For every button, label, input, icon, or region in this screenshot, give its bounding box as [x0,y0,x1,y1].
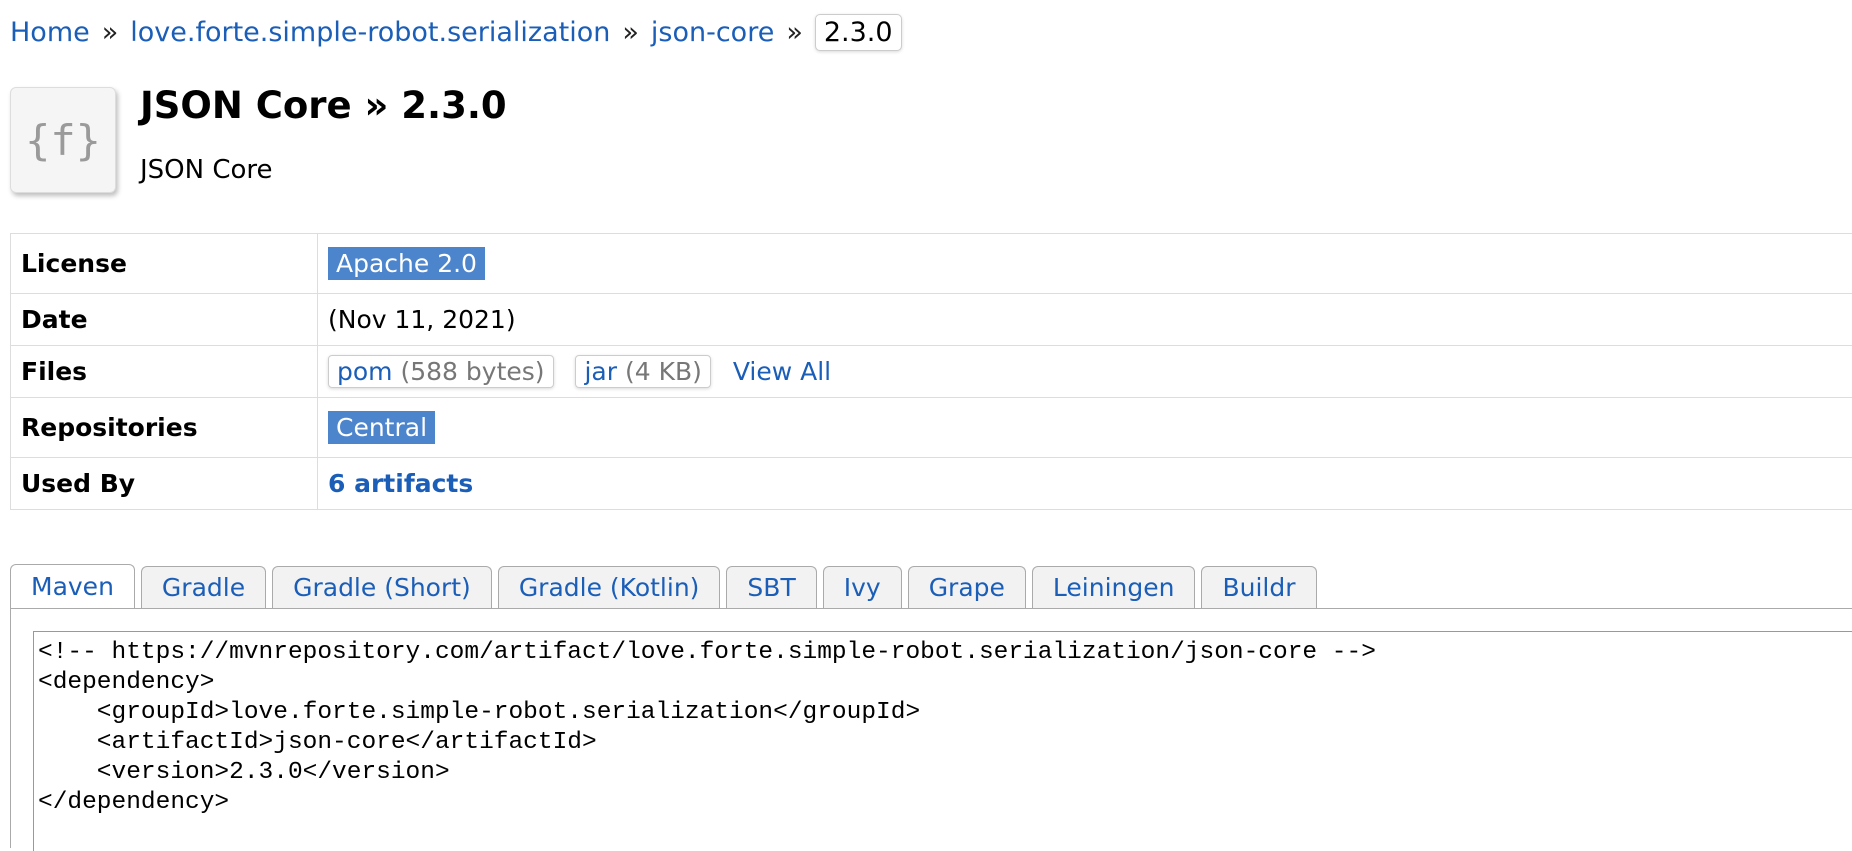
used-by-label: Used By [11,458,318,510]
license-cell: Apache 2.0 [318,234,1852,294]
repositories-cell: Central [318,398,1852,458]
tab-gradle[interactable]: Gradle [141,566,266,608]
files-cell: pom (588 bytes) jar (4 KB) View All [318,346,1852,398]
used-by-link[interactable]: 6 artifacts [328,469,473,498]
breadcrumb-separator: » [786,17,803,48]
code-line: </dependency> [38,788,1852,818]
logo-placeholder-icon: {f} [25,116,101,165]
breadcrumb-separator: » [102,17,119,48]
code-line: <artifactId>json-core</artifactId> [38,728,1852,758]
code-line: <groupId>love.forte.simple-robot.seriali… [38,698,1852,728]
tab-maven[interactable]: Maven [10,564,135,608]
breadcrumb-artifact-link[interactable]: json-core [651,17,774,48]
tab-leiningen[interactable]: Leiningen [1032,566,1196,608]
view-all-files-link[interactable]: View All [733,357,831,386]
breadcrumb-separator: » [622,17,639,48]
breadcrumb-home-link[interactable]: Home [10,17,90,48]
artifact-logo: {f} [10,87,116,193]
code-line: <!-- https://mvnrepository.com/artifact/… [38,638,1852,668]
date-label: Date [11,294,318,346]
page-subtitle: JSON Core [140,155,273,185]
license-label: License [11,234,318,294]
file-chip-pom: pom (588 bytes) [328,355,554,388]
breadcrumb: Home » love.forte.simple-robot.serializa… [10,12,902,52]
tab-grape[interactable]: Grape [908,566,1026,608]
tab-gradle-kotlin[interactable]: Gradle (Kotlin) [498,566,721,608]
code-line: <version>2.3.0</version> [38,758,1852,788]
repositories-label: Repositories [11,398,318,458]
table-row-repositories: Repositories Central [11,398,1852,458]
repository-badge-central[interactable]: Central [328,411,435,444]
file-size-pom: (588 bytes) [400,357,544,386]
table-row-date: Date (Nov 11, 2021) [11,294,1852,346]
dependency-snippet-textarea[interactable]: <!-- https://mvnrepository.com/artifact/… [33,631,1852,851]
file-link-jar[interactable]: jar [584,357,617,386]
used-by-cell: 6 artifacts [318,458,1852,510]
artifact-info-table: License Apache 2.0 Date (Nov 11, 2021) F… [10,233,1852,510]
breadcrumb-current-version: 2.3.0 [815,14,902,51]
code-line: <dependency> [38,668,1852,698]
page-title: JSON Core » 2.3.0 [140,84,507,127]
table-row-used-by: Used By 6 artifacts [11,458,1852,510]
table-row-files: Files pom (588 bytes) jar (4 KB) View Al… [11,346,1852,398]
tab-ivy[interactable]: Ivy [823,566,902,608]
table-row-license: License Apache 2.0 [11,234,1852,294]
breadcrumb-group-link[interactable]: love.forte.simple-robot.serialization [130,17,610,48]
tab-sbt[interactable]: SBT [726,566,816,608]
file-size-jar: (4 KB) [625,357,702,386]
license-badge[interactable]: Apache 2.0 [328,247,485,280]
file-link-pom[interactable]: pom [337,357,393,386]
tab-gradle-short[interactable]: Gradle (Short) [272,566,492,608]
files-label: Files [11,346,318,398]
build-tool-tabs: Maven Gradle Gradle (Short) Gradle (Kotl… [10,566,1323,608]
date-value: (Nov 11, 2021) [318,294,1852,346]
tab-buildr[interactable]: Buildr [1201,566,1316,608]
file-chip-jar: jar (4 KB) [575,355,710,388]
tab-content-panel: <!-- https://mvnrepository.com/artifact/… [10,608,1852,848]
